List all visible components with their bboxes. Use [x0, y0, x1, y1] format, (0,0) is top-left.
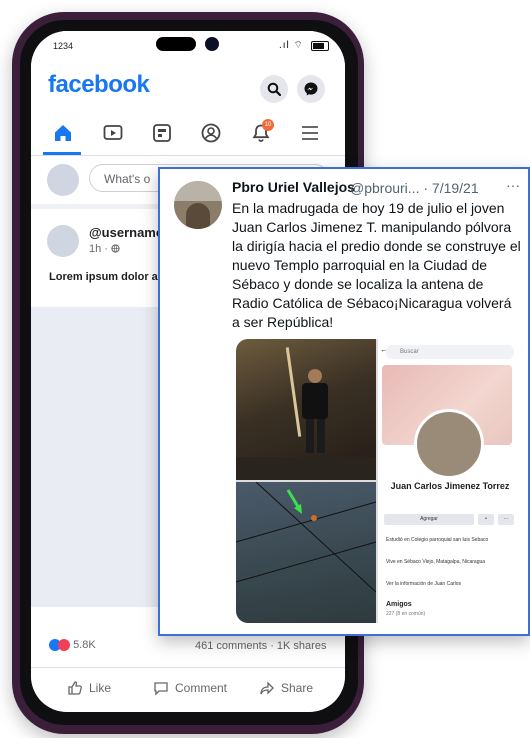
battery-icon [311, 41, 329, 51]
profile-more-button[interactable]: • [478, 514, 494, 525]
home-icon [55, 125, 71, 141]
tweet-card: Pbro Uriel Vallejos @pbrouri... · 7/19/2… [158, 167, 530, 636]
comment-icon [154, 682, 168, 696]
messenger-icon [304, 82, 318, 96]
app-header: facebook [31, 63, 345, 111]
facebook-profile-screenshot[interactable]: ← Buscar Juan Carlos Jimenez Torrez Agre… [378, 339, 522, 623]
share-label: Share [281, 681, 314, 695]
post-actions: Like Comment Share [31, 667, 345, 708]
tweet-text: En la madrugada de hoy 19 de julio el jo… [232, 200, 521, 330]
reactions-count: 5.8K [73, 639, 96, 651]
post-meta: 1h · [89, 243, 120, 255]
post-avatar[interactable] [47, 225, 79, 257]
status-bar: 1234 .ıl ⌔ [31, 31, 345, 63]
arrow-annotation-icon [236, 481, 377, 593]
tweet-photo-person[interactable] [236, 339, 376, 480]
signal-wifi-icon: .ıl ⌔ [279, 40, 304, 51]
friends-title: Amigos [386, 601, 412, 608]
nav-video[interactable] [101, 121, 125, 145]
feeds-icon [153, 124, 171, 142]
messenger-button[interactable] [297, 75, 325, 103]
tweet-author-name[interactable]: Pbro Uriel Vallejos [232, 179, 355, 195]
love-reaction-icon [58, 639, 70, 652]
more-options-icon[interactable]: ··· [506, 177, 520, 193]
reactions-summary[interactable]: 5.8K [49, 639, 96, 652]
active-tab-indicator [43, 152, 81, 155]
profile-name: Juan Carlos Jimenez Torrez [390, 481, 510, 491]
search-button[interactable] [260, 75, 288, 103]
like-label: Like [89, 681, 112, 695]
nav-notifications[interactable]: 10 [249, 119, 274, 145]
tweet-handle-date[interactable]: @pbrouri... · 7/19/21 [350, 180, 479, 196]
like-button[interactable]: Like [67, 680, 111, 696]
menu-icon [302, 126, 318, 140]
notification-badge: 10 [262, 119, 274, 131]
profile-info-more[interactable]: Ver la información de Juan Carlos [386, 581, 514, 587]
nav-home[interactable] [51, 121, 75, 145]
post-time: 1h · [89, 243, 112, 255]
profile-info-study: Estudió en Colegio parroquial san luis S… [386, 537, 489, 543]
comment-button[interactable]: Comment [153, 680, 227, 696]
nav-profile[interactable] [199, 121, 223, 145]
share-button[interactable]: Share [259, 680, 313, 696]
comment-label: Comment [175, 681, 228, 695]
avatar [47, 164, 79, 196]
facebook-logo[interactable]: facebook [48, 71, 150, 99]
add-friend-button[interactable]: Agregar [384, 514, 474, 525]
status-time: 1234 [53, 41, 74, 51]
profile-icon [201, 123, 221, 143]
friends-count: 227 (8 en común) [386, 611, 426, 617]
tweet-photo-sky[interactable] [236, 481, 377, 623]
post-username[interactable]: @username [89, 225, 163, 240]
tweet-avatar[interactable] [174, 181, 222, 229]
nav-feeds[interactable] [150, 121, 174, 145]
tweet-media: ← Buscar Juan Carlos Jimenez Torrez Agre… [236, 339, 522, 623]
profile-search-input[interactable]: Buscar [386, 345, 514, 359]
search-icon [267, 82, 281, 96]
profile-avatar [414, 409, 484, 479]
thumbs-up-icon [68, 681, 82, 695]
nav-menu[interactable] [298, 121, 322, 145]
share-icon [260, 681, 274, 695]
video-icon [103, 125, 123, 140]
nav-bar: 10 [31, 111, 345, 156]
globe-icon [111, 244, 120, 253]
camera [205, 37, 219, 51]
profile-options-button[interactable]: ··· [498, 514, 514, 525]
comments-shares-count[interactable]: 461 comments · 1K shares [195, 640, 326, 652]
profile-info-lives: Vive en Sébaco Viejo, Matagalpa, Nicarag… [386, 559, 486, 565]
dynamic-island [156, 37, 196, 51]
